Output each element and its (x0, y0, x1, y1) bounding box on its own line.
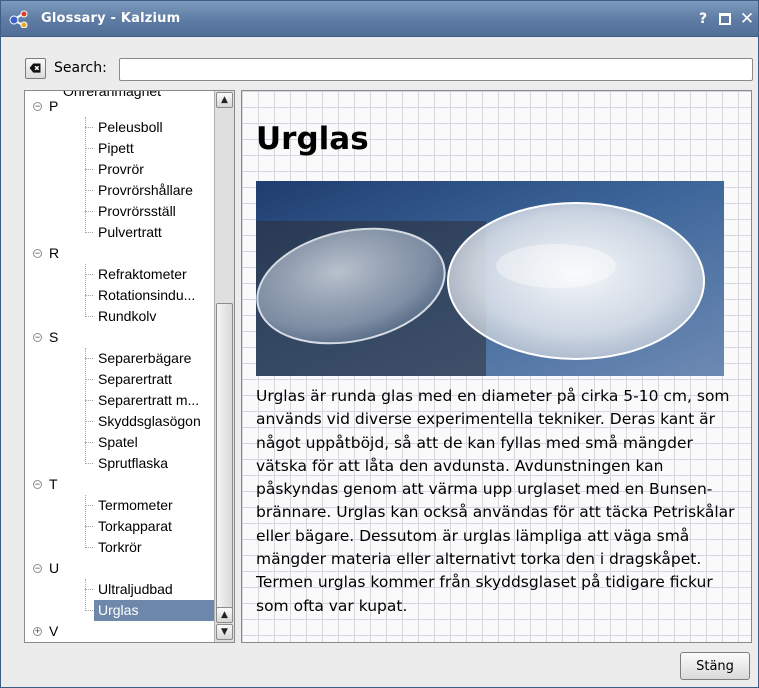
tree-scrollbar[interactable]: ▲ ▲ ▼ (214, 91, 234, 642)
scroll-up-icon[interactable]: ▲ (216, 607, 233, 623)
tree-group-u[interactable]: U (49, 558, 59, 579)
clear-text-icon (29, 63, 41, 73)
scroll-down-icon[interactable]: ▼ (216, 624, 233, 640)
collapse-icon[interactable]: − (33, 564, 42, 573)
tree-item[interactable]: Rundkolv (94, 306, 160, 327)
tree-branch-line (85, 169, 93, 170)
entry-description: Urglas är runda glas med en diameter på … (256, 387, 735, 615)
tree-group-t[interactable]: T (49, 474, 58, 495)
tree-item[interactable]: Provrörsställ (94, 201, 180, 222)
tree-branch-line (85, 579, 86, 611)
tree-branch-line (85, 505, 93, 506)
maximize-icon[interactable] (716, 10, 734, 28)
tree-branch-line (85, 547, 93, 548)
glossary-content-panel: Urglas Urglas är runda glas med en diame… (241, 90, 752, 643)
glossary-tree[interactable]: Ohreranmagnet − P Peleusboll Pipett Provrör P… (24, 90, 235, 643)
tree-branch-line (85, 127, 93, 128)
tree-item[interactable]: Separertratt m... (94, 390, 203, 411)
tree-branch-line (85, 274, 93, 275)
tree-branch-line (85, 117, 86, 233)
clear-search-button[interactable] (25, 58, 46, 79)
kalzium-molecule-icon[interactable] (9, 10, 31, 28)
collapse-icon[interactable]: − (33, 333, 42, 342)
tree-group-p[interactable]: P (49, 96, 58, 117)
tree-item[interactable]: Provrörshållare (94, 180, 197, 201)
tree-item[interactable]: Refraktometer (94, 264, 191, 285)
close-icon[interactable]: ✕ (738, 10, 756, 28)
tree-branch-line (85, 379, 93, 380)
glossary-window: Glossary - Kalzium ? ✕ Search: Ohreranma… (0, 0, 759, 688)
partial-tree-item[interactable]: Ohreranmagnet (63, 91, 161, 102)
tree-item[interactable]: Torkrör (94, 537, 146, 558)
scroll-up-icon[interactable]: ▲ (216, 92, 233, 108)
tree-branch-line (85, 400, 93, 401)
tree-branch-line (85, 211, 93, 212)
tree-branch-line (85, 463, 93, 464)
collapse-icon[interactable]: − (33, 480, 42, 489)
tree-branch-line (85, 232, 93, 233)
tree-item[interactable]: Separertratt (94, 369, 176, 390)
tree-branch-line (85, 348, 86, 464)
tree-item[interactable]: Pulvertratt (94, 222, 166, 243)
tree-group-r[interactable]: R (49, 243, 59, 264)
collapse-icon[interactable]: − (33, 102, 42, 111)
tree-item[interactable]: Separerbägare (94, 348, 195, 369)
tree-item[interactable]: Torkapparat (94, 516, 176, 537)
tree-item[interactable]: Skyddsglasögon (94, 411, 205, 432)
window-title: Glossary - Kalzium (41, 11, 181, 26)
tree-content: Ohreranmagnet − P Peleusboll Pipett Provrör P… (25, 91, 214, 642)
collapse-icon[interactable]: − (33, 249, 42, 258)
tree-branch-line (85, 148, 93, 149)
tree-item[interactable]: Pipett (94, 138, 138, 159)
tree-item[interactable]: Provrör (94, 159, 148, 180)
tree-item[interactable]: Ultraljudbad (94, 579, 177, 600)
search-label: Search: (54, 60, 107, 76)
title-bar[interactable]: Glossary - Kalzium ? ✕ (1, 1, 758, 37)
tree-group-s[interactable]: S (49, 327, 58, 348)
tree-item[interactable]: Spatel (94, 432, 142, 453)
watch-glass-photo (256, 181, 724, 376)
tree-branch-line (85, 295, 93, 296)
close-dialog-button[interactable]: Stäng (680, 652, 750, 680)
expand-icon[interactable]: + (33, 627, 42, 636)
tree-item[interactable]: Peleusboll (94, 117, 167, 138)
search-input[interactable] (119, 58, 753, 81)
tree-branch-line (85, 358, 93, 359)
tree-branch-line (85, 316, 93, 317)
tree-branch-line (85, 589, 93, 590)
tree-branch-line (85, 442, 93, 443)
tree-branch-line (85, 610, 93, 611)
scrollbar-thumb[interactable] (216, 303, 233, 618)
tree-branch-line (85, 421, 93, 422)
tree-branch-line (85, 190, 93, 191)
tree-item[interactable]: Termometer (94, 495, 177, 516)
entry-title: Urglas (256, 121, 369, 157)
tree-branch-line (85, 526, 93, 527)
tree-branch-line (85, 264, 86, 317)
tree-branch-line (85, 495, 86, 548)
tree-item[interactable]: Urglas (94, 600, 214, 621)
help-icon[interactable]: ? (694, 10, 712, 28)
tree-group-v[interactable]: V (49, 621, 58, 642)
tree-item[interactable]: Sprutflaska (94, 453, 172, 474)
tree-item[interactable]: Rotationsindu... (94, 285, 199, 306)
